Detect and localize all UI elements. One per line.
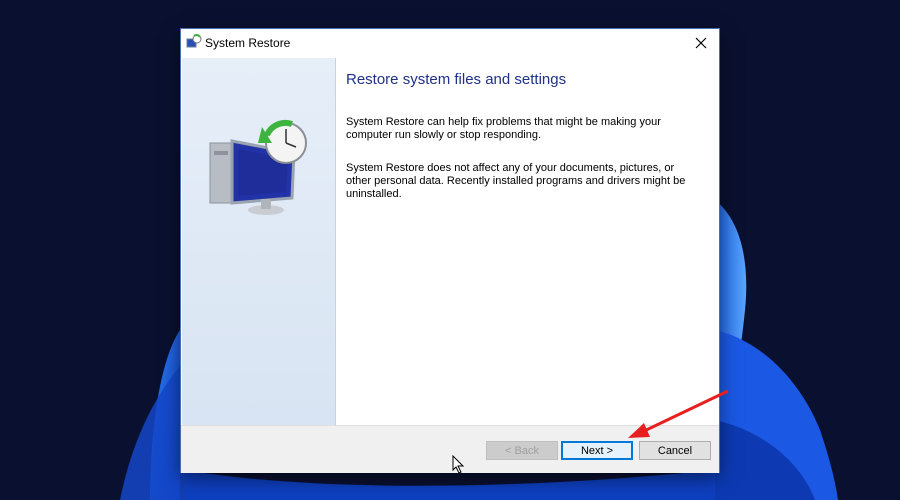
window-title: System Restore — [205, 36, 291, 50]
page-heading: Restore system files and settings — [346, 71, 567, 88]
side-panel — [182, 58, 336, 425]
description-paragraph-1: System Restore can help fix problems tha… — [346, 116, 661, 141]
mouse-cursor-icon — [452, 455, 465, 474]
description-paragraph-2: System Restore does not affect any of yo… — [346, 162, 686, 200]
annotation-arrow — [628, 389, 729, 438]
back-button[interactable]: < Back — [486, 441, 558, 460]
close-button[interactable] — [683, 29, 719, 57]
computer-clock-restore-icon — [209, 119, 307, 215]
system-restore-icon — [186, 34, 202, 48]
title-bar[interactable]: System Restore — [181, 29, 719, 57]
close-icon — [695, 37, 707, 49]
